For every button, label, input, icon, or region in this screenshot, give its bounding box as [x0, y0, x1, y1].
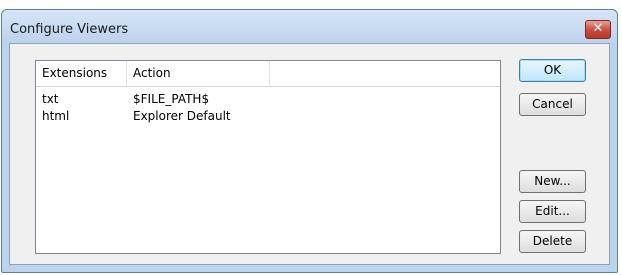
new-button[interactable]: New... — [519, 170, 586, 193]
close-icon: ✕ — [592, 21, 604, 36]
extension-cell: html — [42, 109, 70, 123]
action-cell: $FILE_PATH$ — [133, 92, 210, 106]
list-header: Extensions Action — [36, 61, 500, 87]
close-button[interactable]: ✕ — [585, 20, 611, 39]
column-header-extensions[interactable]: Extensions — [36, 61, 127, 86]
ok-button[interactable]: OK — [519, 59, 586, 82]
dialog-client-area: Extensions Action txt $FILE_PATH$ html E… — [9, 43, 610, 265]
column-header-empty[interactable] — [270, 61, 502, 86]
extension-cell: txt — [42, 92, 59, 106]
delete-button[interactable]: Delete — [519, 230, 586, 253]
dialog-title: Configure Viewers — [10, 22, 129, 37]
action-cell: Explorer Default — [133, 109, 231, 123]
edit-button[interactable]: Edit... — [519, 200, 586, 223]
viewers-list[interactable]: Extensions Action txt $FILE_PATH$ html E… — [35, 60, 501, 254]
column-header-action[interactable]: Action — [127, 61, 270, 86]
cancel-button[interactable]: Cancel — [519, 93, 586, 116]
title-bar[interactable]: Configure Viewers ✕ — [2, 10, 617, 42]
configure-viewers-dialog: Configure Viewers ✕ Extensions Action tx… — [1, 9, 618, 273]
list-item[interactable]: txt $FILE_PATH$ — [36, 91, 500, 108]
list-item[interactable]: html Explorer Default — [36, 108, 500, 125]
